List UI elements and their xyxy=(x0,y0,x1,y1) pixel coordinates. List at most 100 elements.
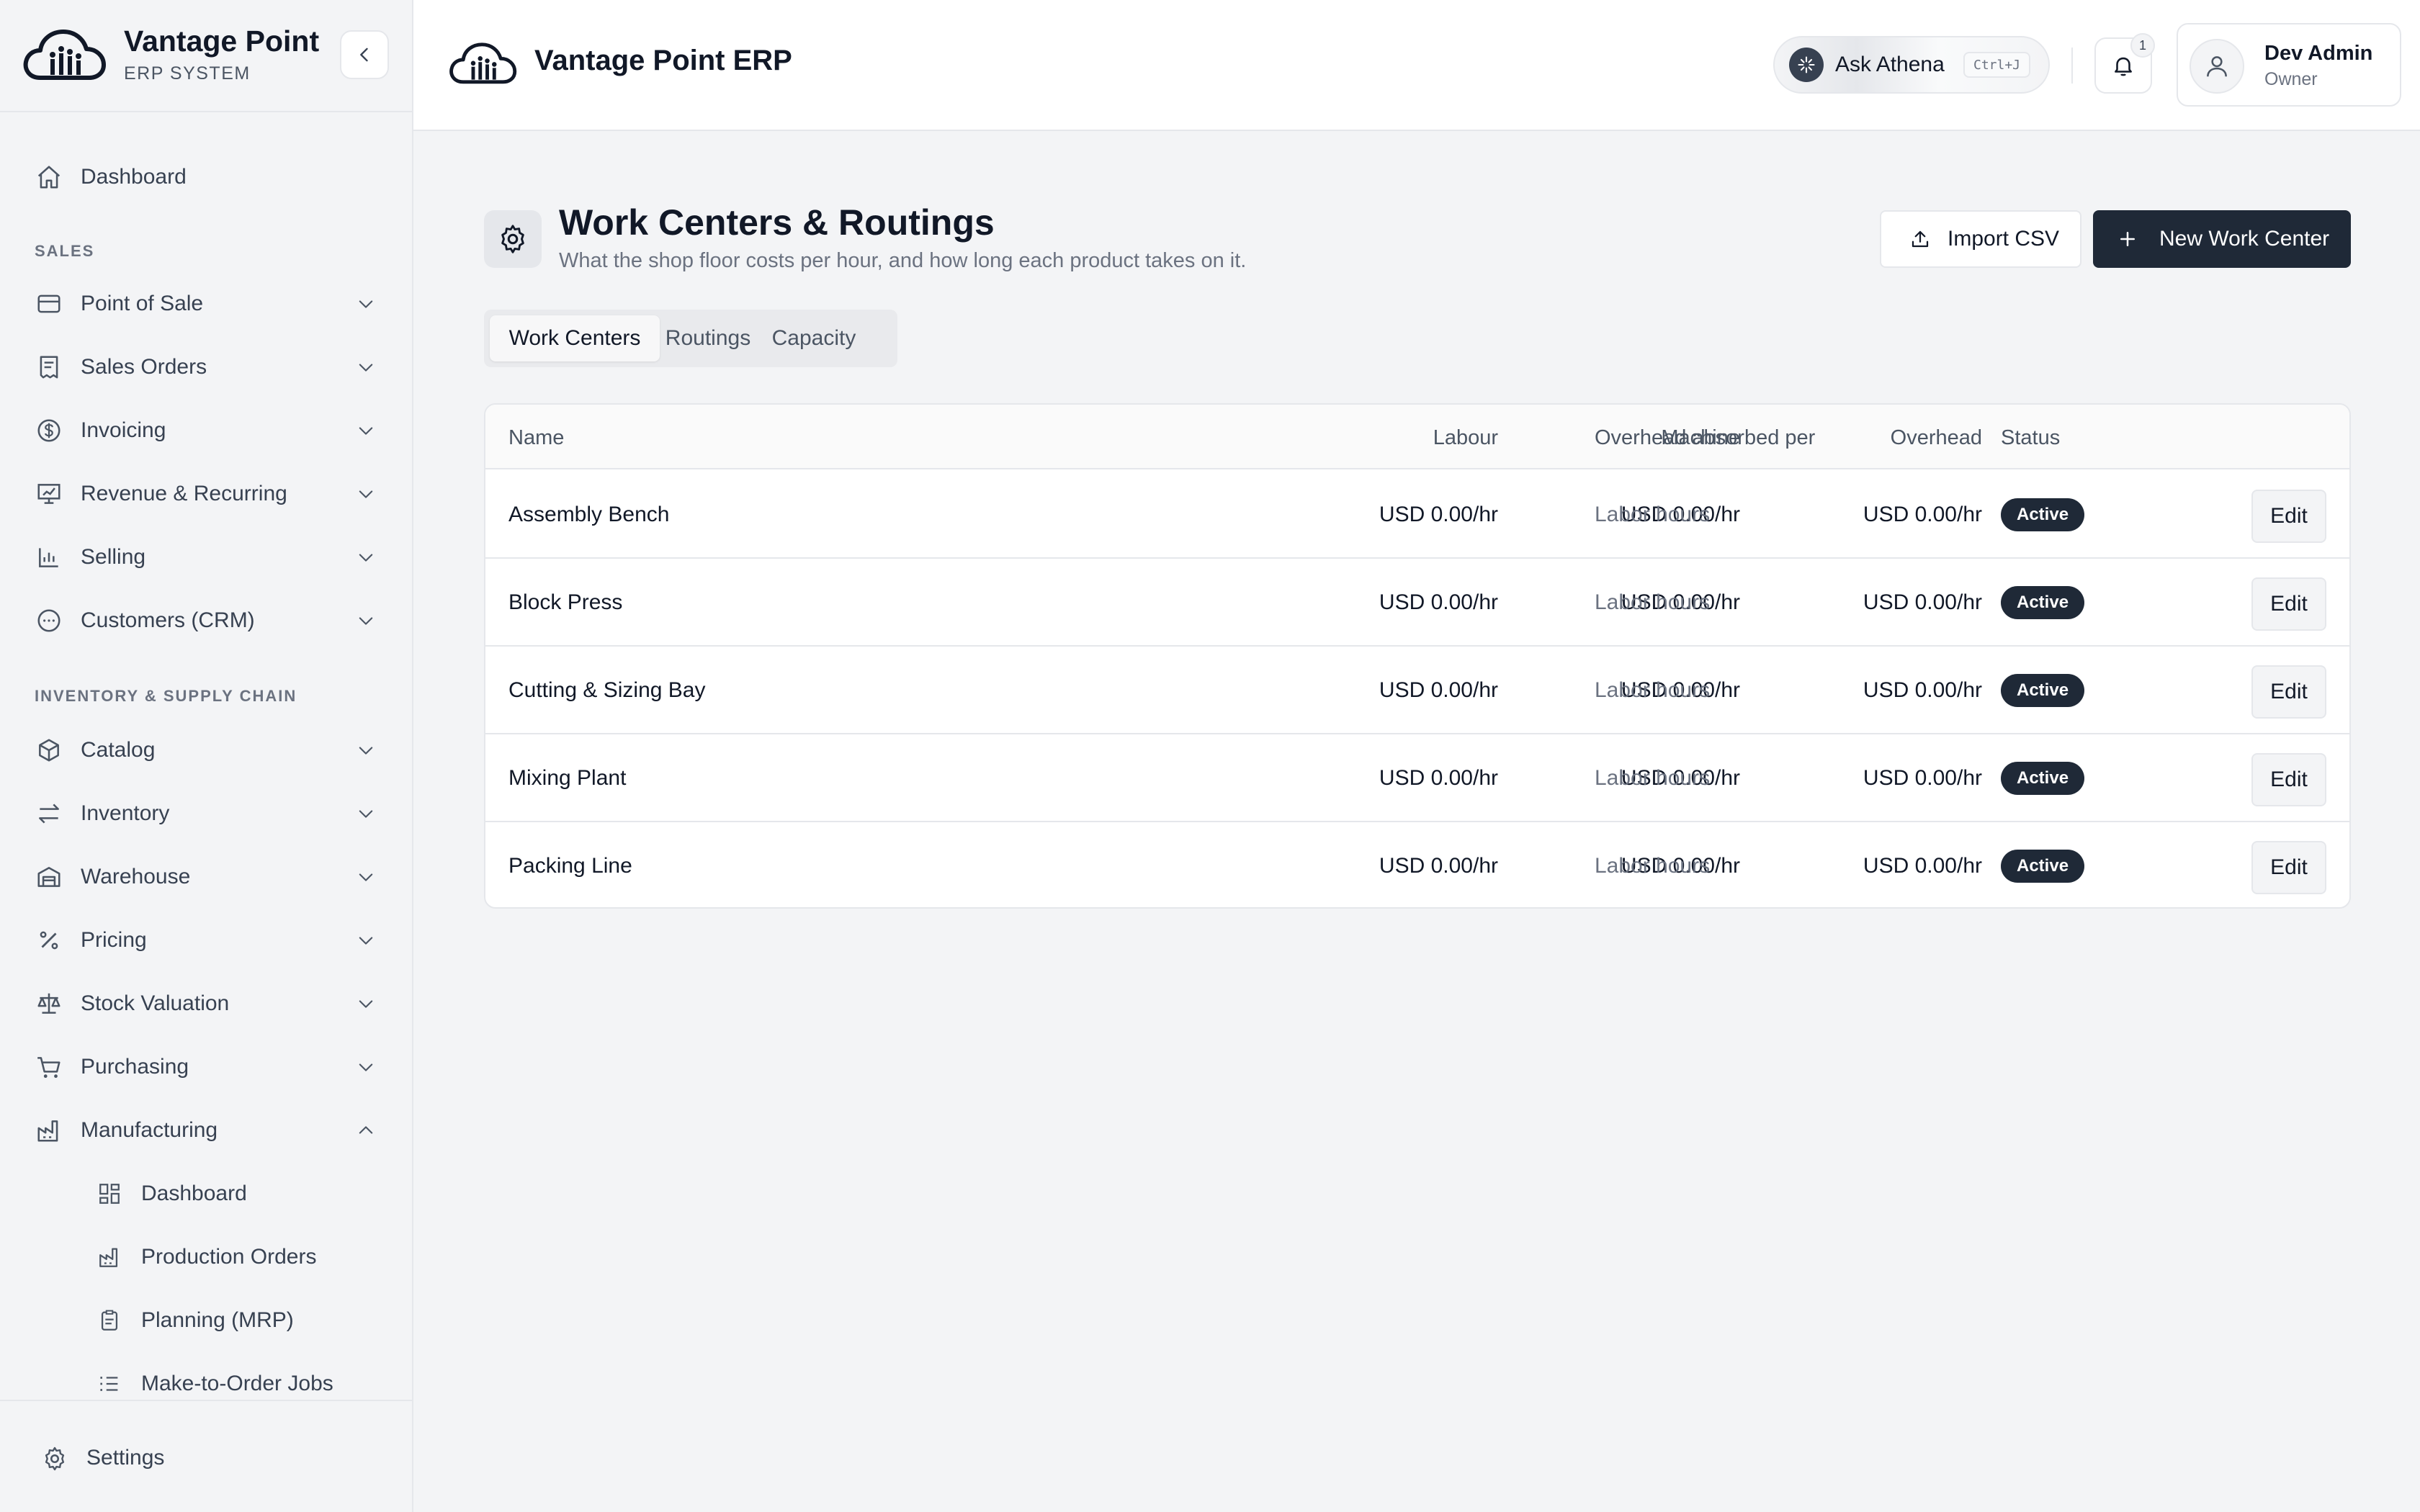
cell-absorbed: Labor hours xyxy=(1595,854,1711,878)
cell-labour: USD 0.00/hr xyxy=(1379,766,1498,790)
sidebar-item-settings[interactable]: Settings xyxy=(0,1400,412,1512)
sidebar-item-revenue-recurring[interactable]: Revenue & Recurring xyxy=(0,465,412,523)
sidebar-item-selling[interactable]: Selling xyxy=(0,528,412,586)
chevron-left-icon xyxy=(360,48,368,62)
column-header-absorbed: Overhead absorbed per xyxy=(1595,426,1816,449)
gear-icon xyxy=(39,1443,71,1475)
sidebar-item-sales-orders[interactable]: Sales Orders xyxy=(0,338,412,396)
cloud-logo-icon xyxy=(23,30,106,80)
cell-name: Cutting & Sizing Bay xyxy=(508,678,706,702)
sidebar-subitem-planning-mrp[interactable]: Planning (MRP) xyxy=(0,1292,412,1349)
cloud-logo-icon xyxy=(449,42,517,84)
sidebar-item-purchasing[interactable]: Purchasing xyxy=(0,1038,412,1096)
sidebar-item-label: Revenue & Recurring xyxy=(81,482,287,505)
cell-labour: USD 0.00/hr xyxy=(1379,590,1498,614)
user-role: Owner xyxy=(2264,69,2318,89)
chevron-down-icon xyxy=(353,354,379,380)
chevron-down-icon xyxy=(353,481,379,507)
chevron-down-icon xyxy=(353,864,379,890)
chevron-down-icon xyxy=(353,991,379,1017)
page-gear-icon xyxy=(484,210,542,268)
sidebar-item-manufacturing[interactable]: Manufacturing xyxy=(0,1102,412,1159)
factory-icon xyxy=(33,1115,65,1146)
status-badge: Active xyxy=(2001,586,2085,619)
sidebar-item-label: Selling xyxy=(81,545,146,569)
page-title: Work Centers & Routings xyxy=(559,202,995,243)
column-header-status: Status xyxy=(2001,426,2061,449)
cell-absorbed: Labor hours xyxy=(1595,590,1711,614)
cell-name: Mixing Plant xyxy=(508,766,627,790)
new-work-center-label: New Work Center xyxy=(2159,227,2330,251)
cell-absorbed: Labor hours xyxy=(1595,503,1711,526)
sidebar-item-warehouse[interactable]: Warehouse xyxy=(0,848,412,906)
sidebar-item-catalog[interactable]: Catalog xyxy=(0,721,412,779)
user-menu-button[interactable]: Dev Admin Owner xyxy=(2177,23,2401,107)
section-label-inventory: INVENTORY & SUPPLY CHAIN xyxy=(35,687,297,705)
sidebar-item-inventory[interactable]: Inventory xyxy=(0,785,412,842)
brand-subtitle: ERP SYSTEM xyxy=(124,63,251,84)
cell-labour: USD 0.00/hr xyxy=(1379,678,1498,702)
sidebar-subitem-mfg-dashboard[interactable]: Dashboard xyxy=(0,1165,412,1223)
user-name: Dev Admin xyxy=(2264,42,2373,65)
sidebar-item-label: Pricing xyxy=(81,928,147,952)
chevron-down-icon xyxy=(353,418,379,444)
cell-overhead: USD 0.00/hr xyxy=(1863,503,1982,526)
tab-work-centers[interactable]: Work Centers xyxy=(490,315,660,361)
sidebar-item-label: Point of Sale xyxy=(81,292,204,315)
sidebar-item-label: Purchasing xyxy=(81,1055,189,1079)
table-header: Name Labour Machine Overhead Overhead ab… xyxy=(485,405,2349,469)
sidebar-item-label: Manufacturing xyxy=(81,1118,218,1142)
work-centers-table: Name Labour Machine Overhead Overhead ab… xyxy=(484,403,2351,909)
home-icon xyxy=(33,161,65,193)
cell-absorbed: Labor hours xyxy=(1595,766,1711,790)
sidebar-item-customers-crm[interactable]: Customers (CRM) xyxy=(0,592,412,649)
tab-routings[interactable]: Routings xyxy=(660,315,756,361)
grid-icon xyxy=(94,1178,125,1210)
sidebar-item-label: Production Orders xyxy=(141,1245,317,1269)
table-row: Block Press USD 0.00/hr USD 0.00/hr USD 0.0… xyxy=(485,559,2349,647)
edit-button[interactable]: Edit xyxy=(2251,841,2326,894)
brand-title: Vantage Point xyxy=(124,24,320,58)
edit-button[interactable]: Edit xyxy=(2251,753,2326,806)
chevron-down-icon xyxy=(353,927,379,953)
chevron-down-icon xyxy=(353,291,379,317)
cell-labour: USD 0.00/hr xyxy=(1379,854,1498,878)
sidebar-item-invoicing[interactable]: Invoicing xyxy=(0,402,412,459)
topbar: Vantage Point ERP Ask Athena Ctrl+J 1 De… xyxy=(413,0,2420,131)
topbar-divider xyxy=(2071,48,2073,84)
collapse-sidebar-button[interactable] xyxy=(340,30,389,79)
sidebar-item-label: Settings xyxy=(86,1446,165,1470)
sidebar-item-label: Catalog xyxy=(81,738,156,762)
sidebar-item-label: Dashboard xyxy=(81,165,187,189)
column-header-name: Name xyxy=(508,426,565,449)
bell-icon xyxy=(2115,57,2132,76)
edit-button[interactable]: Edit xyxy=(2251,665,2326,719)
plus-icon xyxy=(2115,226,2141,252)
sidebar-item-pricing[interactable]: Pricing xyxy=(0,912,412,969)
cell-overhead: USD 0.00/hr xyxy=(1863,766,1982,790)
cell-overhead: USD 0.00/hr xyxy=(1863,678,1982,702)
cell-name: Packing Line xyxy=(508,854,632,878)
edit-button[interactable]: Edit xyxy=(2251,490,2326,543)
cell-overhead: USD 0.00/hr xyxy=(1863,590,1982,614)
presentation-chart-icon xyxy=(33,478,65,510)
credit-card-icon xyxy=(33,288,65,320)
tab-capacity[interactable]: Capacity xyxy=(756,315,871,361)
ask-athena-button[interactable]: Ask Athena Ctrl+J xyxy=(1773,36,2050,94)
import-csv-button[interactable]: Import CSV xyxy=(1880,210,2081,268)
new-work-center-button[interactable]: New Work Center xyxy=(2093,210,2351,268)
sidebar-item-label: Invoicing xyxy=(81,418,166,442)
sidebar-item-stock-valuation[interactable]: Stock Valuation xyxy=(0,975,412,1032)
chevron-down-icon xyxy=(353,737,379,763)
sidebar-item-label: Dashboard xyxy=(141,1182,247,1205)
sparkle-icon xyxy=(1789,48,1824,82)
scale-icon xyxy=(33,988,65,1020)
chat-bubble-icon xyxy=(33,605,65,636)
sidebar-item-dashboard[interactable]: Dashboard xyxy=(0,148,412,206)
sidebar: Vantage Point ERP SYSTEM Dashboard SALES… xyxy=(0,0,413,1512)
sidebar-subitem-production-orders[interactable]: Production Orders xyxy=(0,1228,412,1286)
sidebar-item-point-of-sale[interactable]: Point of Sale xyxy=(0,275,412,333)
edit-button[interactable]: Edit xyxy=(2251,577,2326,631)
table-row: Assembly Bench USD 0.00/hr USD 0.00/hr USD … xyxy=(485,471,2349,559)
page-subtitle: What the shop floor costs per hour, and … xyxy=(559,249,1247,272)
